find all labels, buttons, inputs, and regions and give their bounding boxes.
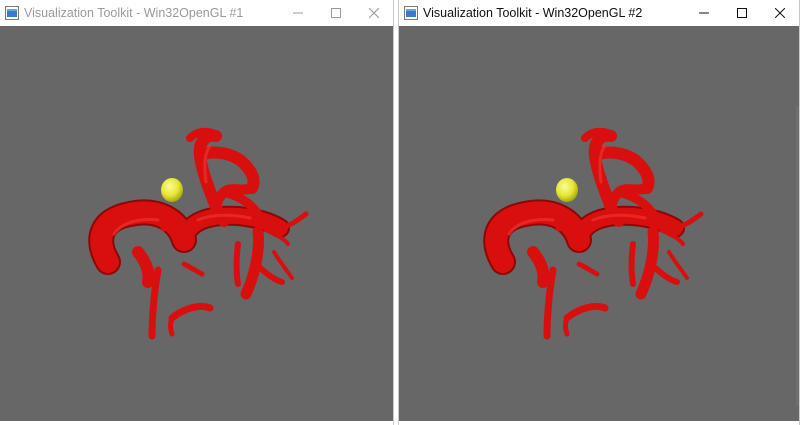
- vessel-model: [0, 26, 393, 421]
- vtk-window-2: Visualization Toolkit - Win32OpenGL #2: [398, 0, 800, 425]
- maximize-icon: [331, 8, 341, 18]
- close-icon: [369, 8, 379, 18]
- vtk-window-1: Visualization Toolkit - Win32OpenGL #1: [0, 0, 394, 425]
- close-icon: [775, 8, 785, 18]
- minimize-icon: [699, 12, 709, 14]
- render-viewport[interactable]: [399, 26, 799, 421]
- window-title: Visualization Toolkit - Win32OpenGL #1: [24, 6, 244, 20]
- minimize-icon: [293, 12, 303, 14]
- minimize-button[interactable]: [279, 0, 317, 26]
- title-bar[interactable]: Visualization Toolkit - Win32OpenGL #2: [399, 0, 799, 26]
- maximize-button[interactable]: [723, 0, 761, 26]
- scrollbar-edge: [796, 106, 799, 406]
- app-icon[interactable]: [404, 6, 418, 20]
- close-button[interactable]: [355, 0, 393, 26]
- vessel-model: [399, 26, 799, 421]
- window-controls: [685, 0, 799, 26]
- minimize-button[interactable]: [685, 0, 723, 26]
- window-title: Visualization Toolkit - Win32OpenGL #2: [423, 6, 643, 20]
- maximize-button[interactable]: [317, 0, 355, 26]
- window-controls: [279, 0, 393, 26]
- close-button[interactable]: [761, 0, 799, 26]
- render-viewport[interactable]: [0, 26, 393, 421]
- title-bar[interactable]: Visualization Toolkit - Win32OpenGL #1: [0, 0, 393, 26]
- maximize-icon: [737, 8, 747, 18]
- app-icon[interactable]: [5, 6, 19, 20]
